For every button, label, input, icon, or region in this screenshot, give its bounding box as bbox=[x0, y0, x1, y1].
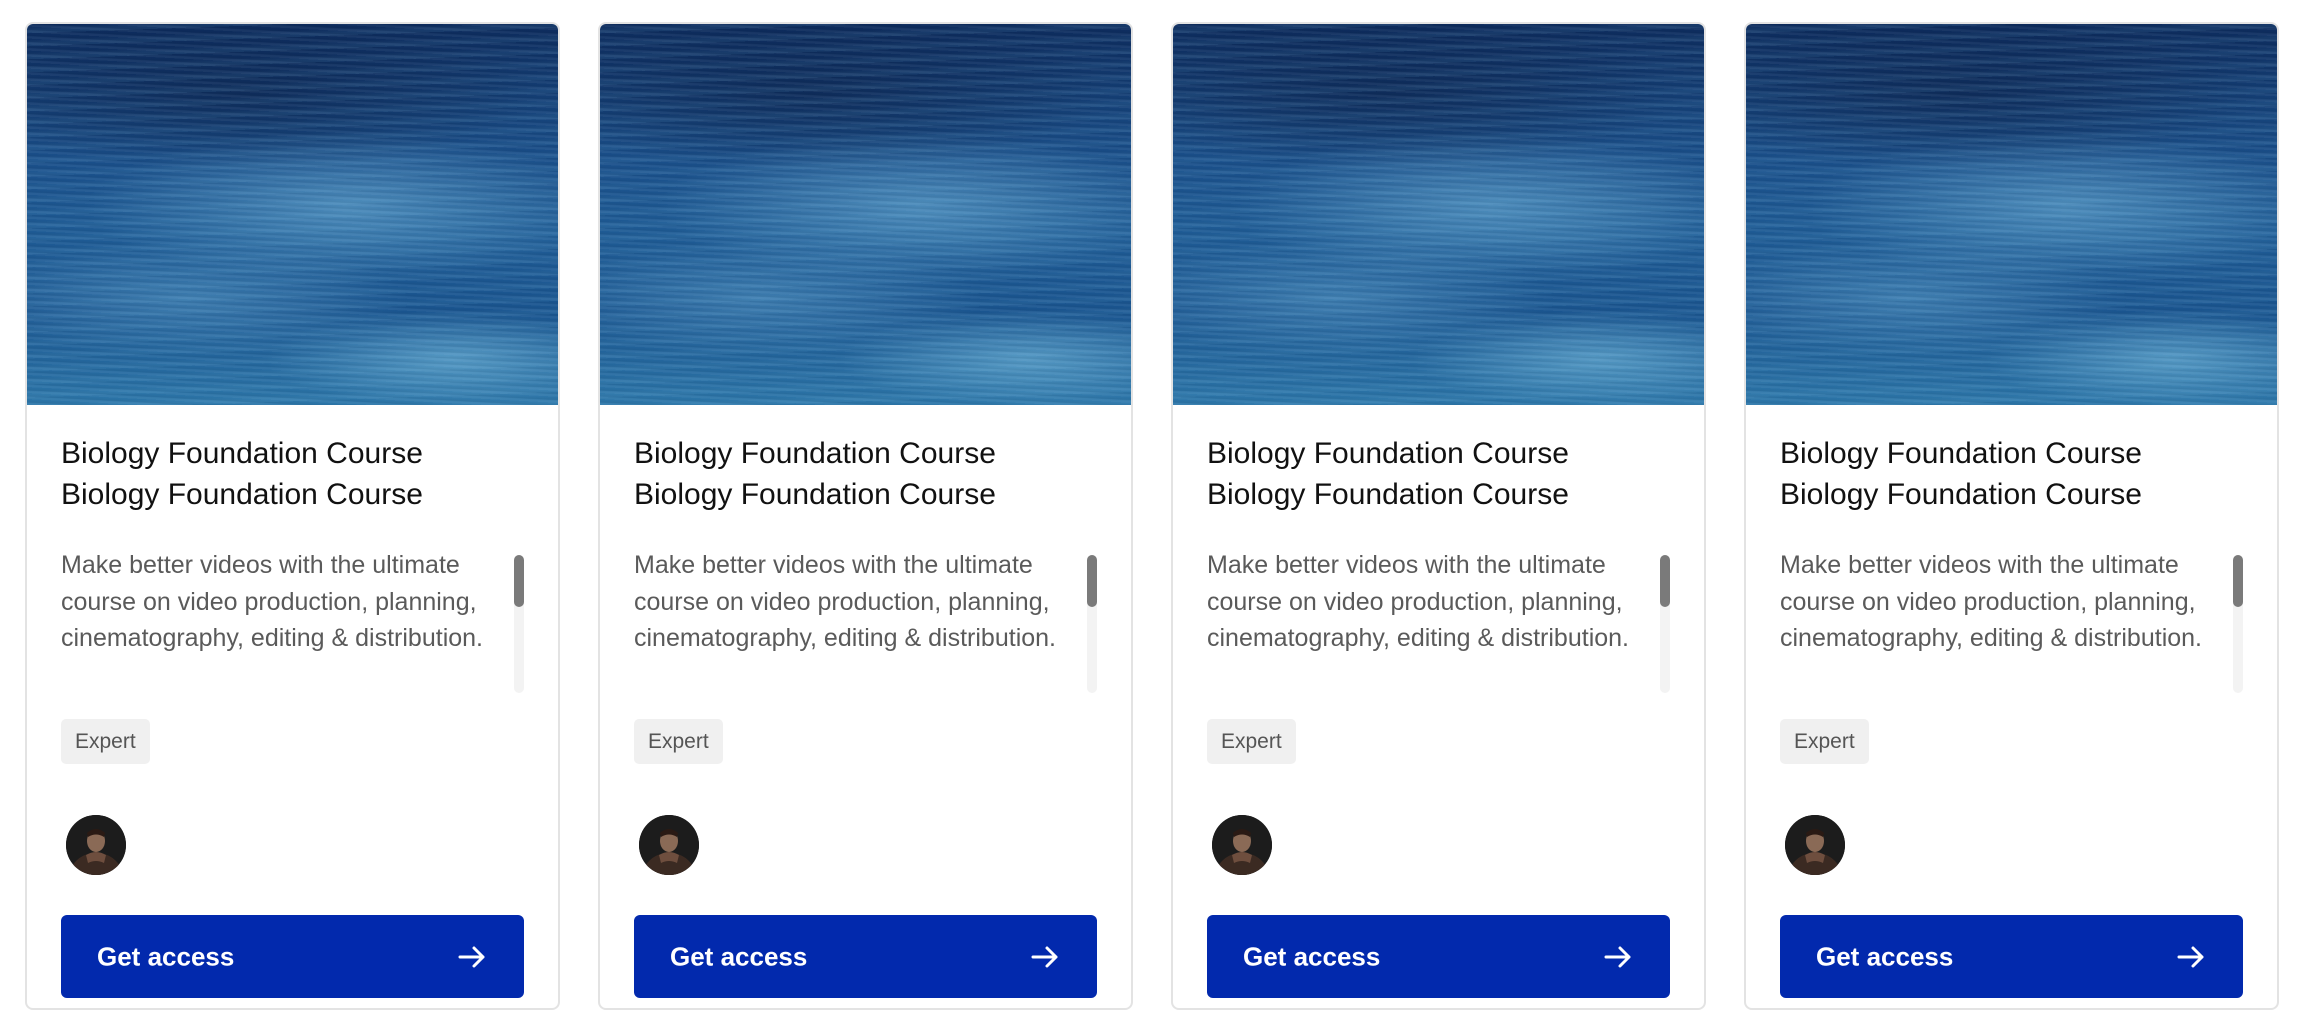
arrow-right-icon bbox=[1604, 946, 1631, 967]
description-scrollbar[interactable] bbox=[2233, 555, 2243, 693]
course-card[interactable]: Biology Foundation Course Biology Founda… bbox=[598, 22, 1133, 1010]
course-thumbnail bbox=[27, 24, 558, 405]
description-scrollbar-thumb[interactable] bbox=[514, 555, 524, 607]
course-description: Make better videos with the ultimate cou… bbox=[1207, 551, 1629, 652]
course-description: Make better videos with the ultimate cou… bbox=[634, 551, 1056, 652]
get-access-button[interactable]: Get access bbox=[61, 915, 524, 998]
course-title: Biology Foundation Course Biology Founda… bbox=[1207, 437, 1569, 511]
get-access-button[interactable]: Get access bbox=[1207, 915, 1670, 998]
description-scrollbar[interactable] bbox=[514, 555, 524, 693]
arrow-right-icon bbox=[458, 946, 485, 967]
arrow-right-icon bbox=[2177, 946, 2204, 967]
get-access-label: Get access bbox=[670, 941, 808, 972]
course-thumbnail bbox=[1746, 24, 2277, 405]
course-card[interactable]: Biology Foundation Course Biology Founda… bbox=[1744, 22, 2279, 1010]
instructor-avatar bbox=[639, 815, 699, 875]
instructor-avatar bbox=[1212, 815, 1272, 875]
course-thumbnail bbox=[600, 24, 1131, 405]
course-description-scroll-area[interactable]: Make better videos with the ultimate cou… bbox=[1207, 547, 1670, 693]
course-card-body: Biology Foundation Course Biology Founda… bbox=[1207, 405, 1670, 1008]
course-description-scroll-area[interactable]: Make better videos with the ultimate cou… bbox=[61, 547, 524, 693]
get-access-button[interactable]: Get access bbox=[1780, 915, 2243, 998]
course-description: Make better videos with the ultimate cou… bbox=[1780, 551, 2202, 652]
course-title: Biology Foundation Course Biology Founda… bbox=[634, 437, 996, 511]
arrow-right-icon bbox=[1031, 946, 1058, 967]
course-description-scroll-area[interactable]: Make better videos with the ultimate cou… bbox=[1780, 547, 2243, 693]
level-badge: Expert bbox=[1207, 719, 1296, 764]
level-badge: Expert bbox=[1780, 719, 1869, 764]
description-scrollbar-thumb[interactable] bbox=[2233, 555, 2243, 607]
course-card[interactable]: Biology Foundation Course Biology Founda… bbox=[25, 22, 560, 1010]
instructor-avatar bbox=[1785, 815, 1845, 875]
course-card-body: Biology Foundation Course Biology Founda… bbox=[634, 405, 1097, 1008]
course-card-body: Biology Foundation Course Biology Founda… bbox=[1780, 405, 2243, 1008]
course-card-body: Biology Foundation Course Biology Founda… bbox=[61, 405, 524, 1008]
level-badge: Expert bbox=[61, 719, 150, 764]
description-scrollbar-thumb[interactable] bbox=[1660, 555, 1670, 607]
instructor-avatar bbox=[66, 815, 126, 875]
course-thumbnail bbox=[1173, 24, 1704, 405]
description-scrollbar-thumb[interactable] bbox=[1087, 555, 1097, 607]
course-title: Biology Foundation Course Biology Founda… bbox=[61, 437, 423, 511]
course-description-scroll-area[interactable]: Make better videos with the ultimate cou… bbox=[634, 547, 1097, 693]
description-scrollbar[interactable] bbox=[1087, 555, 1097, 693]
get-access-button[interactable]: Get access bbox=[634, 915, 1097, 998]
description-scrollbar[interactable] bbox=[1660, 555, 1670, 693]
course-card-grid: Biology Foundation Course Biology Founda… bbox=[25, 22, 2279, 1010]
get-access-label: Get access bbox=[1243, 941, 1381, 972]
course-card[interactable]: Biology Foundation Course Biology Founda… bbox=[1171, 22, 1706, 1010]
course-description: Make better videos with the ultimate cou… bbox=[61, 551, 483, 652]
get-access-label: Get access bbox=[97, 941, 235, 972]
get-access-label: Get access bbox=[1816, 941, 1954, 972]
course-title: Biology Foundation Course Biology Founda… bbox=[1780, 437, 2142, 511]
level-badge: Expert bbox=[634, 719, 723, 764]
